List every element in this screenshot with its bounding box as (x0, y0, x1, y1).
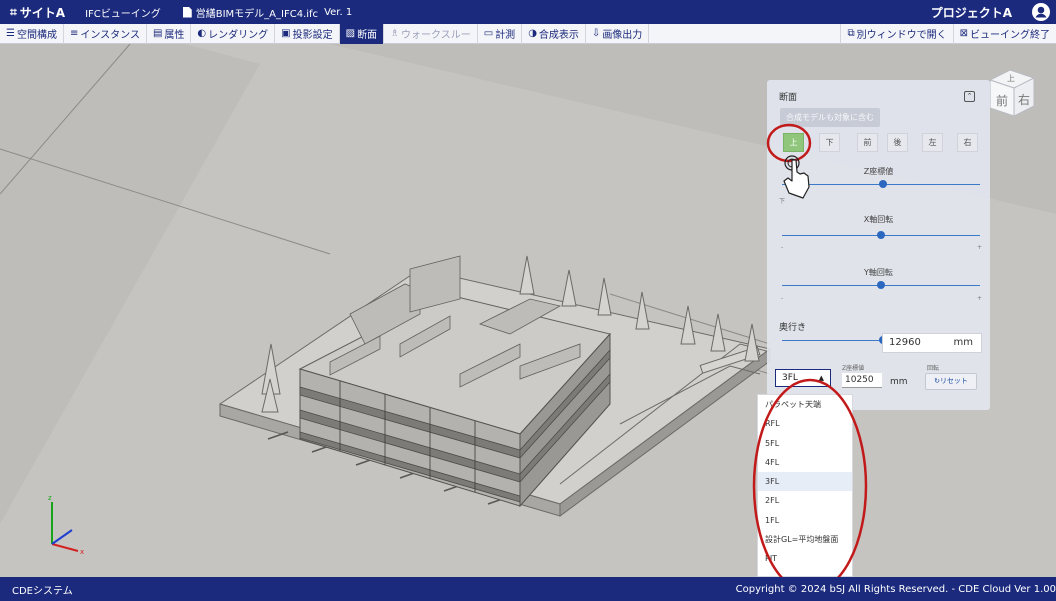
hand-cursor-icon (783, 155, 810, 199)
footer: CDEシステム Copyright © 2024 bSJ All Rights … (0, 577, 1056, 601)
copyright: Copyright © 2024 bSJ All Rights Reserved… (735, 583, 1056, 595)
annotation-overlay (752, 123, 868, 594)
highlight-circle-top-button (766, 123, 812, 163)
highlight-ellipse-floor-list (752, 378, 868, 594)
system-name: CDEシステム (12, 585, 73, 597)
